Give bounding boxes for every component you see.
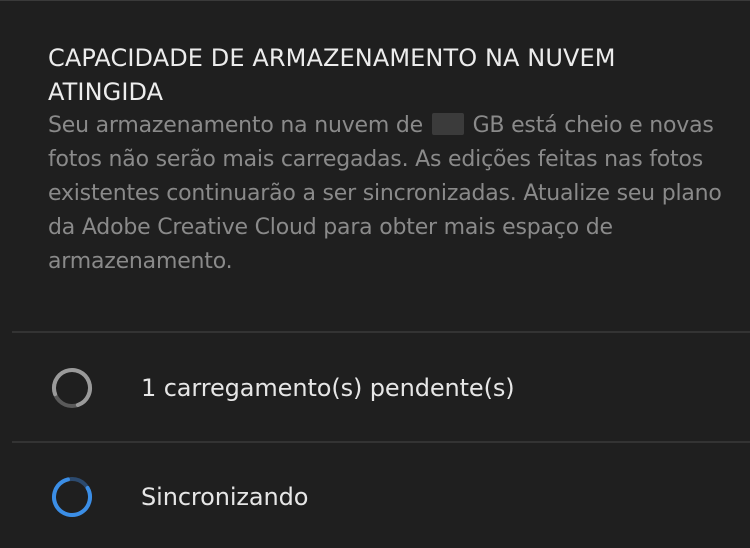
divider bbox=[12, 441, 750, 443]
syncing-label: Sincronizando bbox=[141, 483, 309, 511]
syncing-row[interactable]: Sincronizando bbox=[0, 467, 750, 527]
pending-uploads-row[interactable]: 1 carregamento(s) pendente(s) bbox=[0, 358, 750, 418]
cloud-storage-panel: CAPACIDADE DE ARMAZENAMENTO NA NUVEM ATI… bbox=[0, 0, 750, 548]
pending-uploads-label: 1 carregamento(s) pendente(s) bbox=[141, 374, 515, 402]
notice-body: Seu armazenamento na nuvem de GB está ch… bbox=[48, 109, 728, 279]
notice-title: CAPACIDADE DE ARMAZENAMENTO NA NUVEM ATI… bbox=[48, 44, 616, 106]
storage-full-notice: CAPACIDADE DE ARMAZENAMENTO NA NUVEM ATI… bbox=[48, 41, 728, 279]
pending-spinner-icon bbox=[52, 368, 92, 408]
notice-body-start: Seu armazenamento na nuvem de bbox=[48, 113, 423, 138]
syncing-spinner-icon bbox=[52, 477, 92, 517]
divider bbox=[12, 331, 750, 333]
redacted-storage-amount bbox=[431, 113, 464, 135]
